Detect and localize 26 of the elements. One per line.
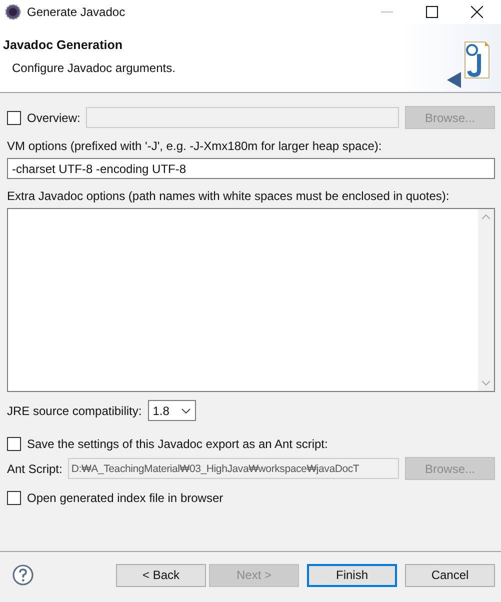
- ant-script-label: Ant Script:: [7, 462, 62, 476]
- page-description: Configure Javadoc arguments.: [11, 61, 176, 75]
- open-index-checkbox[interactable]: [7, 490, 21, 504]
- javadoc-icon: [445, 40, 491, 90]
- close-icon[interactable]: [471, 6, 483, 18]
- save-ant-checkbox[interactable]: [7, 436, 21, 450]
- overview-label: Overview:: [27, 110, 80, 124]
- jre-label: JRE source compatibility:: [7, 404, 142, 418]
- overview-field[interactable]: [86, 107, 399, 128]
- vm-options-label: VM options (prefixed with '-J', e.g. -J-Xmx180m for larger heap space):: [7, 139, 383, 153]
- chevron-down-icon: [181, 408, 192, 414]
- jre-dropdown[interactable]: 1.8: [148, 400, 196, 421]
- dialog-button[interactable]: Finish: [307, 564, 397, 586]
- wizard-nav-button[interactable]: < Back: [116, 564, 206, 586]
- app-icon: [5, 4, 21, 20]
- dialog-button[interactable]: Cancel: [405, 564, 495, 586]
- help-icon[interactable]: [12, 564, 34, 586]
- extra-options-field[interactable]: [7, 208, 495, 392]
- page-title: Javadoc Generation: [3, 38, 124, 52]
- vm-options-field[interactable]: -charset UTF-8 -encoding UTF-8: [7, 158, 495, 179]
- window-title: Generate Javadoc: [27, 5, 126, 19]
- extra-options-label: Extra Javadoc options (path names with white spaces must be enclosed in quotes):: [7, 189, 450, 203]
- overview-checkbox[interactable]: [7, 110, 21, 124]
- open-index-label: Open generated index file in browser: [27, 490, 224, 504]
- save-ant-label: Save the settings of this Javadoc export as an Ant script:: [27, 436, 328, 450]
- maximize-icon[interactable]: [426, 6, 438, 18]
